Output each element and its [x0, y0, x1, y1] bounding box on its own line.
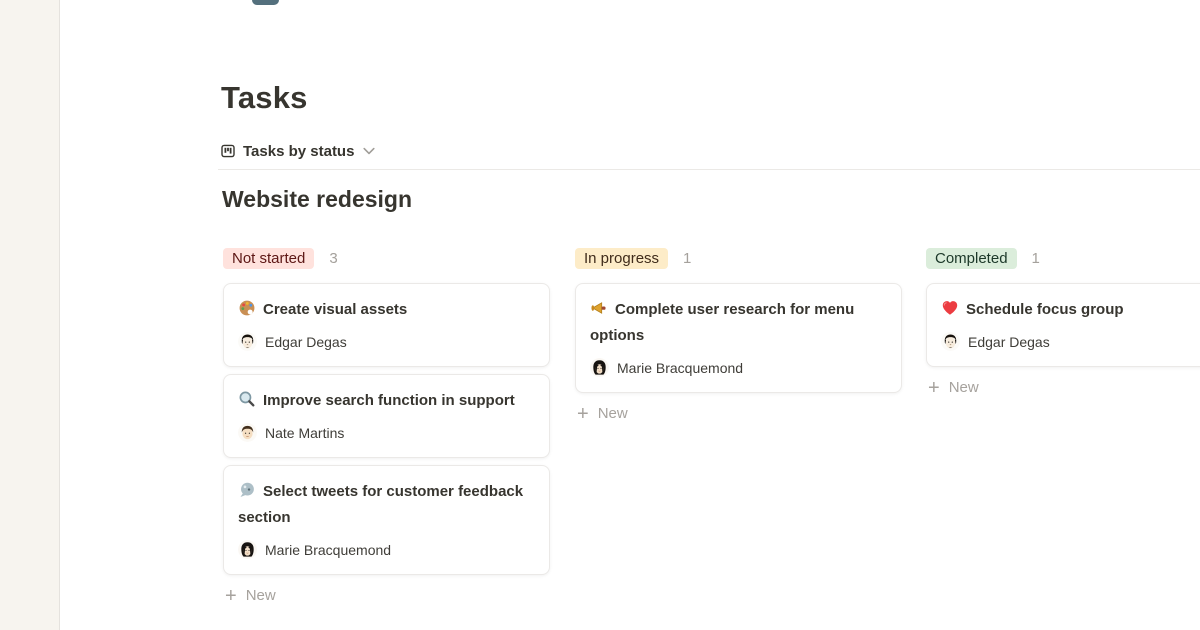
status-badge[interactable]: Completed	[926, 248, 1017, 269]
add-card-button[interactable]: + New	[575, 405, 902, 422]
avatar	[238, 540, 257, 559]
assignee-name: Nate Martins	[265, 425, 344, 441]
card-title: Complete user research for menu options	[590, 297, 887, 349]
magnifier-icon	[238, 390, 256, 408]
card-title: Select tweets for customer feedback sect…	[238, 479, 535, 531]
card-title: Create visual assets	[238, 297, 535, 323]
view-tab-label: Tasks by status	[243, 143, 354, 160]
board-column: In progress 1 Complete user research for m…	[575, 247, 902, 422]
card-title-text: Schedule focus group	[966, 301, 1124, 318]
assignee-row: Marie Bracquemond	[590, 358, 887, 377]
assignee-row: Edgar Degas	[238, 332, 535, 351]
task-card[interactable]: Create visual assets Edgar Degas	[223, 283, 550, 367]
megaphone-icon	[590, 299, 608, 317]
add-card-button[interactable]: + New	[223, 587, 550, 604]
assignee-name: Marie Bracquemond	[265, 542, 391, 558]
chevron-down-icon	[363, 147, 375, 155]
card-title: Improve search function in support	[238, 388, 535, 414]
view-tab-tasks-by-status[interactable]: Tasks by status	[221, 139, 375, 163]
task-card[interactable]: Schedule focus group Edgar Degas	[926, 283, 1200, 367]
board-column: Not started 3 Create visual assets Edgar De…	[223, 247, 550, 604]
assignee-name: Edgar Degas	[265, 334, 347, 350]
assignee-name: Edgar Degas	[968, 334, 1050, 350]
task-card[interactable]: Select tweets for customer feedback sect…	[223, 465, 550, 575]
board-column: Completed 1 Schedule focus group Edgar Dega…	[926, 247, 1200, 396]
avatar	[941, 332, 960, 351]
speech-bubble-icon	[238, 481, 256, 499]
task-card[interactable]: Improve search function in support Nate M…	[223, 374, 550, 458]
plus-icon: +	[928, 380, 940, 396]
card-title-text: Create visual assets	[263, 301, 407, 318]
status-badge[interactable]: In progress	[575, 248, 668, 269]
card-title-text: Improve search function in support	[263, 392, 515, 409]
assignee-row: Edgar Degas	[941, 332, 1200, 351]
column-count: 1	[683, 250, 691, 267]
status-badge[interactable]: Not started	[223, 248, 314, 269]
column-count: 1	[1032, 250, 1040, 267]
column-header: In progress 1	[575, 247, 902, 269]
card-title: Schedule focus group	[941, 297, 1200, 323]
page-title: Tasks	[221, 80, 308, 116]
avatar	[590, 358, 609, 377]
avatar	[238, 332, 257, 351]
column-header: Completed 1	[926, 247, 1200, 269]
add-card-button[interactable]: + New	[926, 379, 1200, 396]
task-card[interactable]: Complete user research for menu options M…	[575, 283, 902, 393]
plus-icon: +	[225, 588, 237, 604]
section-title: Website redesign	[222, 186, 412, 213]
column-count: 3	[329, 250, 337, 267]
card-title-text: Select tweets for customer feedback sect…	[238, 483, 523, 526]
assignee-row: Marie Bracquemond	[238, 540, 535, 559]
card-title-text: Complete user research for menu options	[590, 301, 854, 344]
avatar	[238, 423, 257, 442]
palette-icon	[238, 299, 256, 317]
add-card-label: New	[246, 587, 276, 604]
add-card-label: New	[949, 379, 979, 396]
assignee-row: Nate Martins	[238, 423, 535, 442]
heart-icon	[941, 299, 959, 317]
board: Not started 3 Create visual assets Edgar De…	[0, 247, 1200, 630]
column-header: Not started 3	[223, 247, 550, 269]
plus-icon: +	[577, 406, 589, 422]
add-card-label: New	[598, 405, 628, 422]
page-icon-cutoff	[252, 0, 279, 5]
assignee-name: Marie Bracquemond	[617, 360, 743, 376]
board-view-icon	[221, 144, 235, 158]
tabs-divider	[218, 169, 1200, 170]
